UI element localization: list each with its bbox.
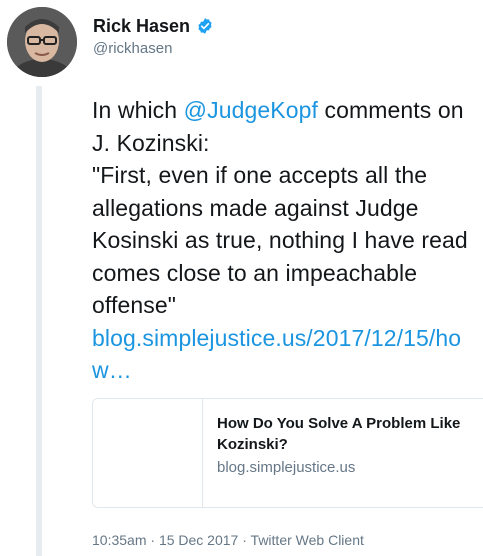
tweet-intro: In which: [92, 97, 184, 123]
tweet-metadata: 10:35am · 15 Dec 2017 · Twitter Web Clie…: [92, 532, 364, 548]
avatar[interactable]: [7, 7, 77, 77]
card-title[interactable]: How Do You Solve A Problem Like Kozinski…: [217, 413, 477, 455]
user-handle[interactable]: @rickhasen: [93, 40, 172, 57]
link-preview-card[interactable]: How Do You Solve A Problem Like Kozinski…: [92, 398, 483, 508]
tweet-text: In which @JudgeKopf comments on J. Kozin…: [92, 94, 477, 387]
meta-separator: ·: [146, 532, 159, 548]
card-body: How Do You Solve A Problem Like Kozinski…: [203, 399, 477, 507]
card-domain: blog.simplejustice.us: [217, 459, 356, 476]
article-link[interactable]: blog.simplejustice.us/2017/12/15/how…: [92, 325, 461, 384]
avatar-photo: [7, 7, 77, 77]
meta-separator: ·: [238, 532, 251, 548]
tweet-quote: "First, even if one accepts all the alle…: [92, 162, 468, 318]
display-name[interactable]: Rick Hasen: [93, 15, 190, 37]
display-name-row[interactable]: Rick Hasen: [93, 15, 214, 37]
mention-link[interactable]: @JudgeKopf: [184, 97, 318, 123]
tweet-time[interactable]: 10:35am: [92, 532, 146, 548]
card-thumbnail: [93, 399, 203, 507]
tweet-client[interactable]: Twitter Web Client: [251, 532, 364, 548]
tweet-date[interactable]: 15 Dec 2017: [159, 532, 238, 548]
verified-badge-icon: [198, 18, 212, 34]
thread-connector-line: [36, 86, 42, 556]
